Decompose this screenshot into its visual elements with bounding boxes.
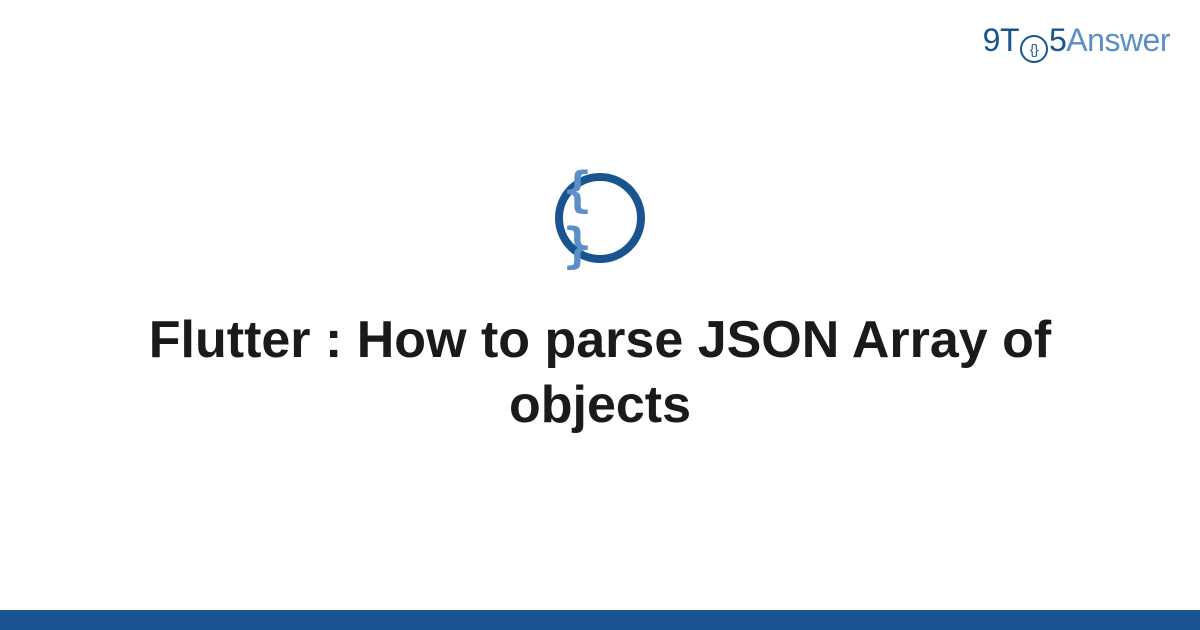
- category-icon-wrapper: { }: [555, 173, 645, 263]
- json-braces-icon: { }: [555, 173, 645, 263]
- main-content: { } Flutter : How to parse JSON Array of…: [0, 0, 1200, 630]
- footer-accent-bar: [0, 610, 1200, 630]
- article-title: Flutter : How to parse JSON Array of obj…: [100, 308, 1100, 438]
